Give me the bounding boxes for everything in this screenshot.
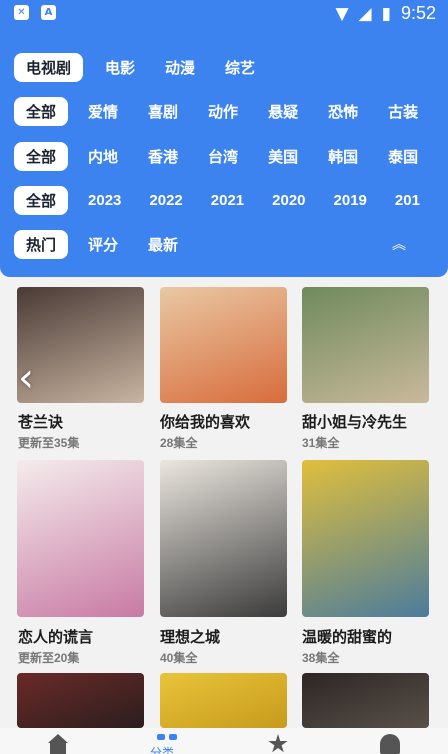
show-card[interactable] (17, 673, 144, 728)
region-chip-mainland[interactable]: 内地 (76, 142, 130, 171)
filter-panel: ✕ A ▼ ◢ ▮ 9:52 电视剧 电影 动漫 综艺 全部 爱情 喜剧 动作 … (0, 0, 448, 277)
a-icon: A (41, 5, 56, 20)
year-chip-2021[interactable]: 2021 (199, 186, 256, 215)
show-card[interactable] (302, 673, 429, 728)
genre-chip-horror[interactable]: 恐怖 (316, 97, 370, 126)
type-chip-tv[interactable]: 电视剧 (14, 52, 84, 82)
show-status: 40集全 (160, 651, 198, 665)
sort-chip-hot[interactable]: 热门 (14, 229, 69, 259)
year-chip-2020[interactable]: 2020 (260, 186, 317, 215)
region-chip-korea[interactable]: 韩国 (316, 142, 370, 171)
show-title[interactable]: 苍兰诀 (18, 411, 63, 432)
poster-image[interactable] (302, 673, 429, 728)
type-filter-row: 电视剧 电影 动漫 综艺 (14, 52, 267, 82)
genre-chip-all[interactable]: 全部 (14, 96, 69, 126)
nav-home[interactable] (38, 734, 78, 754)
genre-chip-costume[interactable]: 古装 (376, 97, 430, 126)
user-icon (380, 734, 400, 754)
year-chip-201[interactable]: 201 (383, 186, 432, 215)
region-chip-all[interactable]: 全部 (14, 141, 69, 171)
nav-favorites[interactable] (258, 734, 298, 754)
signal-icon: ◢ (358, 3, 372, 24)
poster-image[interactable] (17, 673, 144, 728)
show-title[interactable]: 温暖的甜蜜的 (302, 626, 392, 647)
show-card[interactable] (302, 287, 429, 403)
year-chip-2019[interactable]: 2019 (322, 186, 379, 215)
close-icon: ✕ (14, 5, 29, 20)
region-chip-taiwan[interactable]: 台湾 (196, 142, 250, 171)
show-status: 更新至20集 (18, 651, 80, 665)
type-chip-variety[interactable]: 综艺 (213, 53, 267, 82)
back-arrow-icon[interactable]: ‹ (18, 358, 48, 398)
nav-profile[interactable] (370, 734, 410, 754)
show-title[interactable]: 恋人的谎言 (18, 626, 93, 647)
show-card[interactable] (302, 460, 429, 617)
sort-filter-row: 热门 评分 最新 (14, 229, 190, 259)
star-icon (268, 734, 288, 753)
sort-chip-latest[interactable]: 最新 (136, 230, 190, 259)
year-chip-all[interactable]: 全部 (14, 185, 69, 215)
show-status: 更新至35集 (18, 436, 80, 450)
genre-filter-row: 全部 爱情 喜剧 动作 悬疑 恐怖 古装 (14, 96, 430, 126)
type-chip-anime[interactable]: 动漫 (153, 53, 207, 82)
region-chip-usa[interactable]: 美国 (256, 142, 310, 171)
sort-chip-rating[interactable]: 评分 (76, 230, 130, 259)
battery-icon: ▮ (381, 3, 391, 24)
genre-chip-mystery[interactable]: 悬疑 (256, 97, 310, 126)
home-icon (48, 734, 68, 754)
poster-image[interactable] (302, 460, 429, 617)
category-icon (157, 734, 179, 740)
show-card[interactable] (160, 673, 287, 728)
poster-image[interactable] (302, 287, 429, 403)
show-card[interactable] (17, 460, 144, 617)
clock: 9:52 (400, 3, 436, 23)
genre-chip-comedy[interactable]: 喜剧 (136, 97, 190, 126)
show-status: 38集全 (302, 651, 340, 665)
genre-chip-romance[interactable]: 爱情 (76, 97, 130, 126)
status-bar: ✕ A ▼ ◢ ▮ 9:52 (0, 0, 448, 28)
genre-chip-action[interactable]: 动作 (196, 97, 250, 126)
year-filter-row: 全部 2023 2022 2021 2020 2019 201 (14, 185, 432, 215)
show-title[interactable]: 甜小姐与冷先生 (302, 411, 407, 432)
region-filter-row: 全部 内地 香港 台湾 美国 韩国 泰国 (14, 141, 430, 171)
year-chip-2022[interactable]: 2022 (137, 186, 194, 215)
bottom-nav: 分类 (0, 728, 448, 754)
show-title[interactable]: 你给我的喜欢 (160, 411, 250, 432)
show-title[interactable]: 理想之城 (160, 626, 220, 647)
year-chip-2023[interactable]: 2023 (76, 186, 133, 215)
chevron-up-double-icon[interactable]: ︽ (392, 234, 406, 254)
poster-image[interactable] (17, 460, 144, 617)
wifi-icon: ▼ (335, 3, 349, 24)
poster-image[interactable] (160, 673, 287, 728)
show-status: 28集全 (160, 436, 198, 450)
type-chip-movie[interactable]: 电影 (93, 53, 147, 82)
poster-image[interactable] (160, 460, 287, 617)
nav-category-label: 分类 (150, 746, 175, 754)
show-card[interactable] (160, 460, 287, 617)
show-status: 31集全 (302, 436, 340, 450)
region-chip-hongkong[interactable]: 香港 (136, 142, 190, 171)
poster-image[interactable] (160, 287, 287, 403)
show-card[interactable] (160, 287, 287, 403)
region-chip-thailand[interactable]: 泰国 (376, 142, 430, 171)
